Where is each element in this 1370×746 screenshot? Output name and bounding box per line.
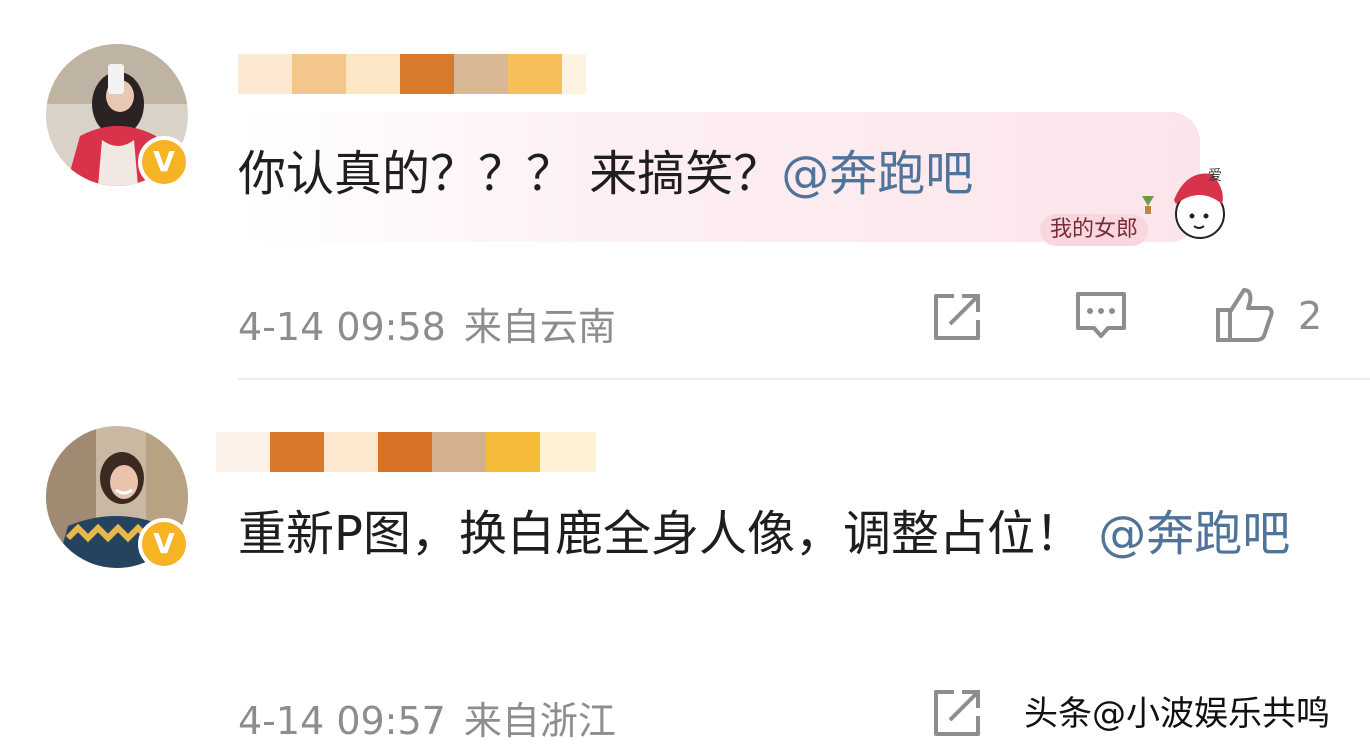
share-button[interactable] [930, 290, 984, 344]
username[interactable] [240, 432, 600, 472]
bubble-tag: 我的女郎 [1040, 214, 1149, 246]
thumbs-up-icon [1216, 288, 1274, 342]
watermark: 头条@小波娱乐共鸣 [1024, 694, 1330, 734]
comment-text: 你认真的？？？ 来搞笑？@奔跑吧 [238, 140, 1138, 208]
verified-badge: V [138, 136, 190, 188]
share-icon [934, 690, 980, 736]
share-icon [934, 294, 980, 340]
comment-location: 来自浙江 [463, 699, 616, 743]
mention-link[interactable]: @奔跑吧 [1098, 506, 1290, 562]
comment-text: 重新P图，换白鹿全身人像，调整占位！ @奔跑吧 [238, 500, 1318, 568]
comment-item: V 爱 我的女郎 你认真的？？？ 来搞笑？@奔跑吧 4-14 09:58 来自云南 [0, 0, 1370, 380]
comment-body: 重新P图，换白鹿全身人像，调整占位！ [238, 506, 1083, 562]
comment-button[interactable] [1074, 288, 1128, 342]
comment-body: 你认真的？？？ 来搞笑？ [238, 146, 782, 202]
comment-time: 4-14 09:57 [238, 699, 446, 743]
comment-time: 4-14 09:58 [238, 305, 446, 349]
svg-text:爱: 爱 [1208, 168, 1222, 184]
like-button[interactable] [1214, 284, 1276, 346]
comment-location: 来自云南 [463, 305, 616, 349]
comment-icon [1076, 292, 1126, 338]
share-button[interactable] [930, 686, 984, 740]
like-count: 2 [1298, 294, 1323, 338]
username[interactable] [240, 54, 600, 94]
mention-link[interactable]: @奔跑吧 [781, 146, 973, 202]
verified-badge: V [138, 518, 190, 570]
comment-meta: 4-14 09:58 来自云南 [238, 296, 616, 351]
comment-meta: 4-14 09:57 来自浙江 [238, 690, 616, 745]
